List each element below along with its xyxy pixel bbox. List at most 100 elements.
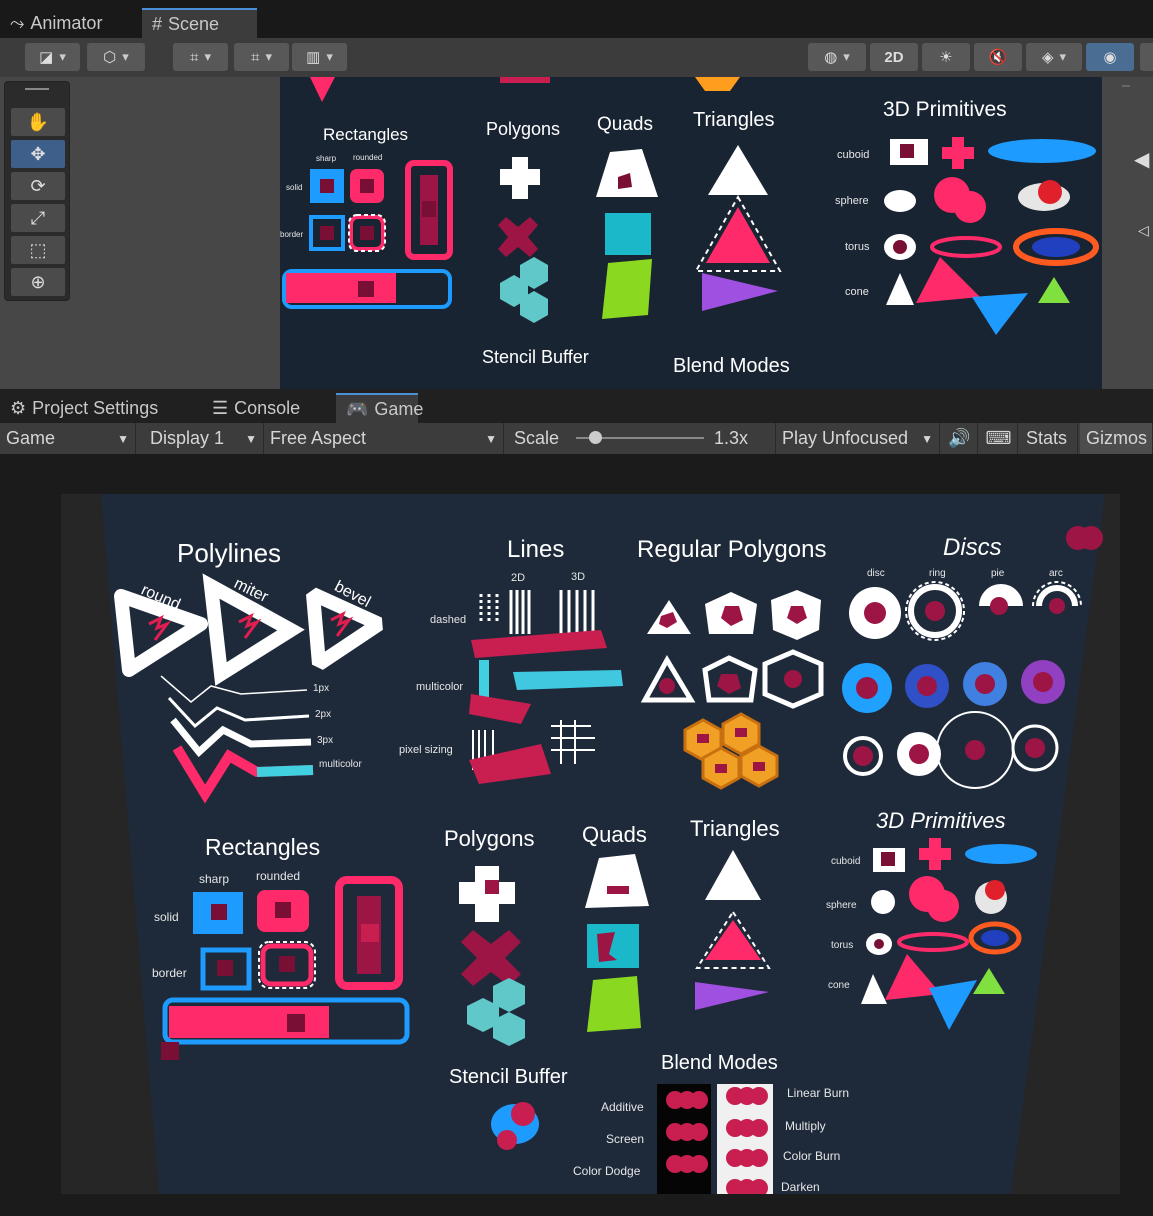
polyline-width-2px: 2px: [315, 709, 332, 720]
chevron-down-icon: ▼: [245, 431, 257, 446]
tab-label: Animator: [30, 12, 103, 33]
render-mode-dropdown[interactable]: ⬡: [87, 43, 145, 71]
lighting-toggle[interactable]: ☀: [922, 43, 970, 71]
scene-scroll-hint: [1122, 85, 1130, 87]
game-title-regular-polygons: Regular Polygons: [637, 536, 827, 563]
gear-icon: ⚙: [10, 397, 27, 418]
game-title-polygons: Polygons: [444, 826, 535, 851]
eye-slash-icon: ◉: [1103, 49, 1117, 66]
transform-icon: ⊕: [30, 271, 46, 292]
disc-type-disc: disc: [867, 568, 885, 579]
lines-col-2d: 2D: [511, 572, 526, 584]
lines-row-multicolor: multicolor: [416, 681, 464, 693]
hand-tool-button[interactable]: ✋: [11, 108, 65, 136]
shortcuts-toggle[interactable]: ⌨: [980, 423, 1018, 454]
drag-handle[interactable]: [25, 88, 49, 90]
scene-title-rectangles: Rectangles: [323, 125, 409, 144]
game-title-discs: Discs: [943, 534, 1002, 561]
rect-label-rounded: rounded: [256, 869, 301, 883]
scale-tool-button[interactable]: ⤢: [11, 204, 65, 232]
game-title-rectangles: Rectangles: [205, 834, 321, 860]
mode-2d-button[interactable]: 2D: [870, 43, 918, 71]
console-icon: ☰: [212, 397, 229, 418]
prim-label-cone: cone: [828, 980, 850, 991]
transform-tool-button[interactable]: ⊕: [11, 268, 65, 296]
mute-icon: 🔇: [988, 49, 1008, 66]
game-title-lines: Lines: [507, 536, 565, 563]
shading-dropdown[interactable]: ◍: [808, 43, 866, 71]
scene-title-quads: Quads: [597, 114, 653, 135]
scene-view[interactable]: ✋ ✥ ⟳ ⤢ ⬚ ⊕ Rectangles sharp rounded sol…: [0, 77, 1153, 389]
game-title-quads: Quads: [582, 822, 647, 847]
tab-animator[interactable]: ⤳ Animator: [0, 8, 140, 38]
disc-type-pie: pie: [991, 568, 1005, 579]
audio-toggle[interactable]: 🔇: [974, 43, 1022, 71]
hand-icon: ✋: [26, 111, 50, 132]
blend-label-multiply: Multiply: [785, 1119, 826, 1133]
chevron-down-icon: ▼: [117, 431, 129, 446]
game-title-stencil: Stencil Buffer: [449, 1066, 568, 1088]
gizmos-toggle[interactable]: Gizmos: [1080, 423, 1153, 454]
prim-label-torus: torus: [831, 940, 854, 951]
scene-title-primitives: 3D Primitives: [883, 98, 1007, 121]
cube-icon: ⬡: [103, 49, 117, 66]
tool-palette: ✋ ✥ ⟳ ⤢ ⬚ ⊕: [4, 81, 70, 301]
blend-label-additive: Additive: [601, 1100, 644, 1114]
visibility-toggle[interactable]: ◉: [1086, 43, 1134, 71]
game-title-blend: Blend Modes: [661, 1052, 778, 1074]
game-mode-dropdown[interactable]: Game ▼: [0, 423, 136, 454]
scene-title-stencil: Stencil Buffer: [482, 347, 589, 367]
scene-label-rounded: rounded: [353, 153, 383, 162]
display-dropdown[interactable]: Display 1 ▼: [144, 423, 264, 454]
snap-increment-dropdown[interactable]: ⌗: [234, 43, 289, 71]
scale-control: Scale 1.3x: [508, 423, 776, 454]
keyboard-icon: ⌨: [985, 428, 1012, 448]
ruler-dropdown[interactable]: ▥: [292, 43, 347, 71]
rect-label-border: border: [152, 966, 187, 980]
blend-label-color-burn: Color Burn: [783, 1149, 841, 1163]
move-tool-button[interactable]: ✥: [11, 140, 65, 168]
blend-label-darken: Darken: [781, 1180, 820, 1194]
polyline-width-3px: 3px: [317, 735, 334, 746]
play-mode-dropdown[interactable]: Play Unfocused ▼: [776, 423, 940, 454]
scene-title-polygons: Polygons: [486, 119, 561, 139]
snap-icon: ⌗: [251, 48, 260, 66]
effects-dropdown[interactable]: ◈: [1026, 43, 1082, 71]
prim-label-cuboid: cuboid: [831, 856, 861, 867]
prim-label-sphere: sphere: [826, 900, 857, 911]
scene-gizmo-arrow-icon[interactable]: ◀: [1134, 147, 1149, 172]
lines-col-3d: 3D: [571, 571, 586, 583]
tab-label: Scene: [168, 13, 220, 34]
chevron-down-icon: ▼: [921, 431, 933, 446]
scene-label-cuboid: cuboid: [837, 149, 870, 161]
scale-slider-handle[interactable]: [589, 431, 603, 444]
layers-icon: ◈: [1041, 49, 1054, 66]
scene-label-torus: torus: [845, 241, 870, 253]
grid-snap-dropdown[interactable]: ⌗: [173, 43, 228, 71]
tab-project-settings[interactable]: ⚙ Project Settings: [0, 393, 200, 423]
aspect-dropdown[interactable]: Free Aspect ▼: [264, 423, 504, 454]
gizmos-button[interactable]: [1140, 43, 1153, 71]
ruler-icon: ▥: [306, 49, 321, 66]
stats-toggle[interactable]: Stats: [1020, 423, 1078, 454]
tab-scene[interactable]: # Scene: [142, 8, 257, 38]
draw-mode-icon: ◪: [39, 49, 54, 66]
move-icon: ✥: [30, 143, 46, 164]
game-view[interactable]: Polylines round miter bevel 1px 2px 3px …: [61, 494, 1120, 1194]
scene-canvas: Rectangles sharp rounded solid border Po…: [280, 77, 1102, 389]
tab-game[interactable]: 🎮 Game: [336, 393, 423, 423]
rotate-icon: ⟳: [30, 175, 46, 196]
polyline-width-multicolor: multicolor: [319, 759, 362, 770]
scene-label-border: border: [280, 230, 304, 239]
scene-gizmo-arrow-icon[interactable]: ◁: [1138, 222, 1149, 239]
rotate-tool-button[interactable]: ⟳: [11, 172, 65, 200]
draw-mode-dropdown[interactable]: ◪: [25, 43, 80, 71]
gamepad-icon: 🎮: [346, 398, 369, 419]
mute-audio-toggle[interactable]: 🔊: [942, 423, 978, 454]
tab-console[interactable]: ☰ Console: [202, 393, 332, 423]
tab-label: Console: [234, 397, 301, 418]
rect-tool-button[interactable]: ⬚: [11, 236, 65, 264]
scene-title-blend: Blend Modes: [673, 355, 790, 377]
tab-label: Game: [374, 398, 424, 419]
scale-icon: ⤢: [30, 207, 46, 228]
